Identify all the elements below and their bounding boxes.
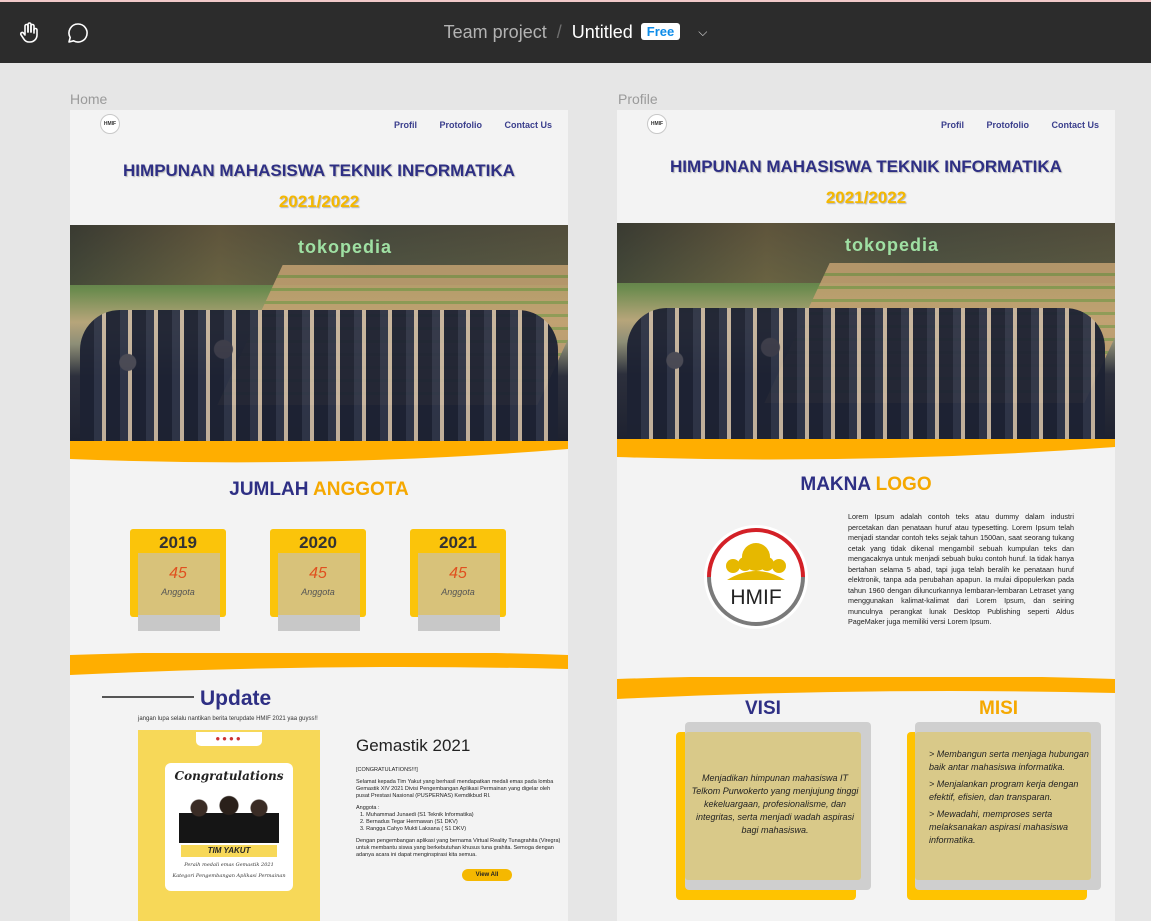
- poster-caption-2: Kategori Pengembangan Aplikasi Permainan: [172, 873, 286, 879]
- view-all-button[interactable]: View All: [462, 869, 512, 881]
- year-card-2019: 2019 45 Anggota: [130, 529, 226, 631]
- editor-topbar: Team project / Untitled Free ⌵: [0, 0, 1151, 63]
- poster-team: TIM YAKUT: [181, 845, 277, 857]
- members-heading: JUMLAH ANGGOTA: [229, 479, 409, 500]
- breadcrumb-separator: /: [556, 22, 562, 42]
- hero-year: 2021/2022: [278, 192, 360, 211]
- wave-divider-2: [70, 653, 568, 675]
- misi-list: > Membangun serta menjaga hubungan baik …: [929, 748, 1089, 847]
- member-count: 45: [449, 565, 467, 582]
- hero-title: HIMPUNAN MAHASISWA TEKNIK INFORMATIKA: [670, 157, 1062, 176]
- logo-meaning-heading: MAKNA LOGO: [800, 474, 932, 495]
- news-member: 1. Muhammad Junaedi (S1 Teknik Informati…: [360, 812, 474, 818]
- plan-badge: Free: [640, 23, 681, 40]
- frame-label-home[interactable]: Home: [70, 91, 107, 107]
- nav-link-profil[interactable]: Profil: [394, 120, 417, 130]
- news-body: [CONGRATULATIONS!!!] Selamat kepada Tim …: [356, 767, 562, 864]
- wave-divider-2: [617, 677, 1115, 699]
- profile-frame[interactable]: HMIF Profil Protofolio Contact Us HIMPUN…: [617, 110, 1115, 921]
- news-tag: [CONGRATULATIONS!!!]: [356, 767, 418, 773]
- frame-label-profile[interactable]: Profile: [618, 91, 658, 107]
- news-member: 3. Rangga Cahyo Mukti Laksana ( S1 DKV): [360, 826, 467, 832]
- hero-year: 2021/2022: [825, 188, 907, 207]
- file-name[interactable]: Untitled: [572, 22, 633, 42]
- news-members-label: Anggota :: [356, 805, 380, 811]
- group-photo: tokopedia: [70, 225, 568, 441]
- photo-brand-text: tokopedia: [298, 237, 393, 257]
- update-title: Update: [200, 687, 272, 710]
- group-photo: tokopedia: [617, 223, 1115, 439]
- poster-heading: Congratulations: [174, 769, 284, 783]
- misi-item: > Mewadahi, memproses serta melaksanakan…: [929, 809, 1069, 845]
- nav-link-protofolio[interactable]: Protofolio: [986, 120, 1029, 130]
- emblem-text: HMIF: [730, 586, 781, 609]
- photo-brand-text: tokopedia: [845, 235, 940, 255]
- logo-description: Lorem Ipsum adalah contoh teks atau dumm…: [848, 512, 1074, 626]
- hmif-logo[interactable]: HMIF: [100, 114, 120, 134]
- news-para-1: Selamat kepada Tim Yakut yang berhasil m…: [356, 779, 554, 799]
- member-count: 45: [169, 565, 187, 582]
- year-card-2020: 2020 45 Anggota: [270, 529, 366, 631]
- nav-links: Profil Protofolio Contact Us: [921, 120, 1099, 130]
- misi-item: > Membangun serta menjaga hubungan baik …: [929, 749, 1089, 772]
- wave-divider: [617, 439, 1115, 460]
- nav-link-contact[interactable]: Contact Us: [504, 120, 552, 130]
- news-para-2: Dengan pengembangan aplikasi yang bernam…: [356, 838, 561, 858]
- wave-divider: [70, 441, 568, 463]
- hero-title: HIMPUNAN MAHASISWA TEKNIK INFORMATIKA: [123, 161, 515, 180]
- member-label: Anggota: [441, 587, 475, 597]
- member-count: 45: [309, 565, 327, 582]
- year-label: 2019: [159, 533, 197, 552]
- year-card-2021: 2021 45 Anggota: [410, 529, 506, 631]
- misi-item: > Menjalankan program kerja dengan efekt…: [929, 779, 1079, 802]
- member-label: Anggota: [301, 587, 335, 597]
- team-photo: [179, 793, 279, 843]
- visi-title: VISI: [745, 698, 781, 719]
- nav-link-protofolio[interactable]: Protofolio: [439, 120, 482, 130]
- breadcrumb: Team project / Untitled Free ⌵: [0, 22, 1151, 43]
- news-title: Gemastik 2021: [356, 736, 471, 755]
- year-label: 2020: [299, 533, 337, 552]
- misi-title: MISI: [979, 698, 1019, 719]
- hmif-emblem: HMIF: [701, 522, 811, 632]
- visi-text: Menjadikan himpunan mahasiswa IT Telkom …: [691, 773, 859, 835]
- team-project-link[interactable]: Team project: [444, 22, 547, 42]
- news-poster[interactable]: ●●●● Congratulations TIM YAKUT Peraih me…: [138, 730, 320, 921]
- year-label: 2021: [439, 533, 477, 552]
- member-label: Anggota: [161, 587, 195, 597]
- nav-links: Profil Protofolio Contact Us: [374, 120, 552, 130]
- home-frame[interactable]: HMIF Profil Protofolio Contact Us HIMPUN…: [70, 110, 568, 921]
- news-member: 2. Bernadus Tegar Hermawan (S1 DKV): [360, 819, 458, 825]
- navbar: HMIF Profil Protofolio Contact Us: [70, 110, 568, 140]
- chevron-down-icon[interactable]: ⌵: [698, 25, 707, 40]
- poster-caption-1: Peraih medali emas Gemastik 2021: [184, 862, 274, 868]
- sponsor-logos: ●●●●: [196, 732, 262, 746]
- update-divider: [102, 696, 194, 698]
- hmif-logo[interactable]: HMIF: [647, 114, 667, 134]
- update-subtitle: jangan lupa selalu nantikan berita terup…: [138, 716, 318, 722]
- nav-link-contact[interactable]: Contact Us: [1051, 120, 1099, 130]
- navbar: HMIF Profil Protofolio Contact Us: [617, 110, 1115, 140]
- nav-link-profil[interactable]: Profil: [941, 120, 964, 130]
